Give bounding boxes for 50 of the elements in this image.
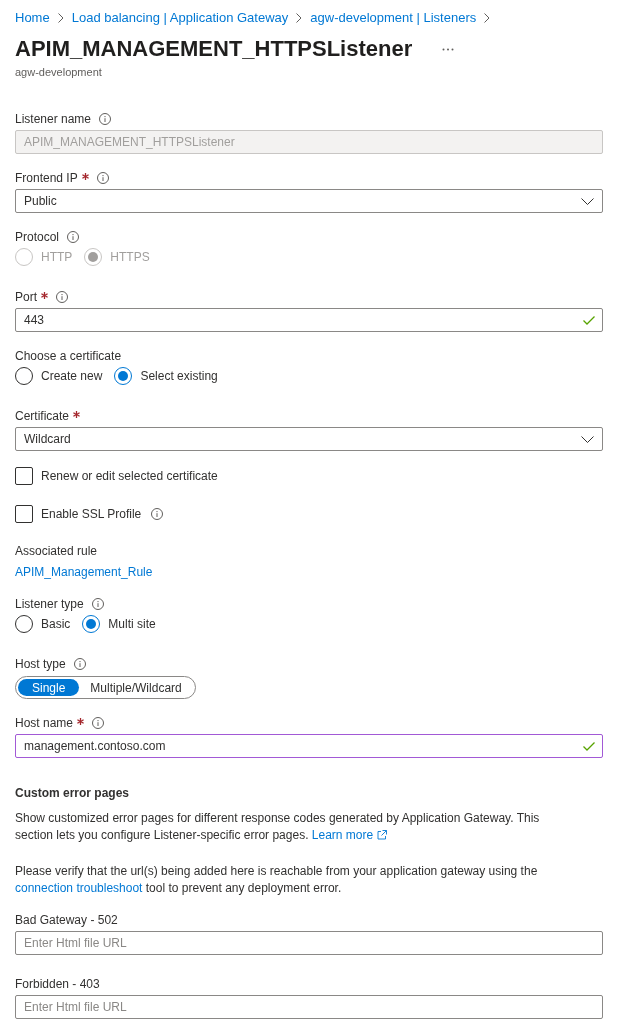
section-heading: Custom error pages bbox=[15, 785, 131, 801]
chevron-right-icon bbox=[296, 12, 303, 23]
info-icon[interactable] bbox=[92, 717, 105, 729]
field-label: Host name bbox=[15, 715, 74, 731]
notice-text: Please verify that the url(s) being added here is reachable from your application gateway using the connection troubleshoot tool to prevent any deployment error. bbox=[15, 863, 539, 897]
chevron-right-icon bbox=[484, 12, 491, 23]
info-icon[interactable] bbox=[151, 508, 164, 520]
external-link-icon bbox=[377, 830, 388, 840]
breadcrumb-link[interactable]: Home bbox=[15, 9, 50, 26]
field-label: Certificate bbox=[15, 408, 70, 424]
checkbox-option[interactable]: Enable SSL Profile bbox=[15, 505, 142, 523]
url-field[interactable]: Enter Html file URL bbox=[15, 931, 603, 955]
dropdown-field[interactable]: Public bbox=[15, 189, 603, 213]
chevron-down-icon bbox=[581, 435, 594, 443]
field-label: Bad Gateway - 502 bbox=[15, 912, 118, 928]
info-icon[interactable] bbox=[96, 172, 109, 184]
segment-button[interactable]: Single bbox=[18, 679, 80, 696]
radio-option[interactable]: Create new bbox=[15, 367, 103, 385]
dropdown-field[interactable]: Wildcard bbox=[15, 427, 603, 451]
field-label: Listener type bbox=[15, 596, 84, 612]
field-label: Forbidden - 403 bbox=[15, 976, 100, 992]
text-field[interactable]: 443 bbox=[15, 308, 603, 332]
more-icon[interactable] bbox=[442, 47, 455, 51]
learn-more-link[interactable]: Learn more bbox=[311, 828, 388, 842]
chevron-down-icon bbox=[581, 197, 594, 205]
info-icon[interactable] bbox=[56, 291, 68, 303]
breadcrumb-link[interactable]: Load balancing | Application Gateway bbox=[71, 9, 289, 26]
field-label: Protocol bbox=[15, 229, 60, 245]
radio-option[interactable]: Basic bbox=[15, 615, 71, 633]
description-text: Show customized error pages for different response codes generated by Application Gateway. This section lets you configure Listener-specific error pages. Learn more bbox=[15, 810, 541, 844]
checkbox-option[interactable]: Renew or edit selected certificate bbox=[15, 467, 218, 485]
field-label: Associated rule bbox=[15, 543, 98, 559]
chevron-right-icon bbox=[57, 12, 64, 23]
page-title: APIM_MANAGEMENT_HTTPSListener bbox=[15, 35, 413, 63]
rule-link[interactable]: APIM_Management_Rule bbox=[15, 565, 153, 579]
field-label: Host type bbox=[15, 656, 66, 672]
troubleshoot-link[interactable]: connection troubleshoot bbox=[15, 881, 143, 895]
page-subtitle: agw-development bbox=[15, 65, 103, 79]
field-label: Choose a certificate bbox=[15, 348, 122, 364]
segment-button[interactable]: Multiple/Wildcard bbox=[79, 679, 193, 696]
field-label: Frontend IP bbox=[15, 170, 78, 186]
url-field[interactable]: Enter Html file URL bbox=[15, 995, 603, 1019]
info-icon[interactable] bbox=[91, 598, 104, 610]
radio-option[interactable]: Multi site bbox=[82, 615, 156, 633]
breadcrumb-link[interactable]: agw-development | Listeners bbox=[310, 9, 477, 26]
radio-option[interactable]: Select existing bbox=[114, 367, 218, 385]
info-icon[interactable] bbox=[73, 658, 86, 670]
text-field[interactable]: management.contoso.com bbox=[15, 734, 603, 758]
field-label: Listener name bbox=[15, 111, 92, 127]
field-label: Port bbox=[15, 289, 37, 305]
